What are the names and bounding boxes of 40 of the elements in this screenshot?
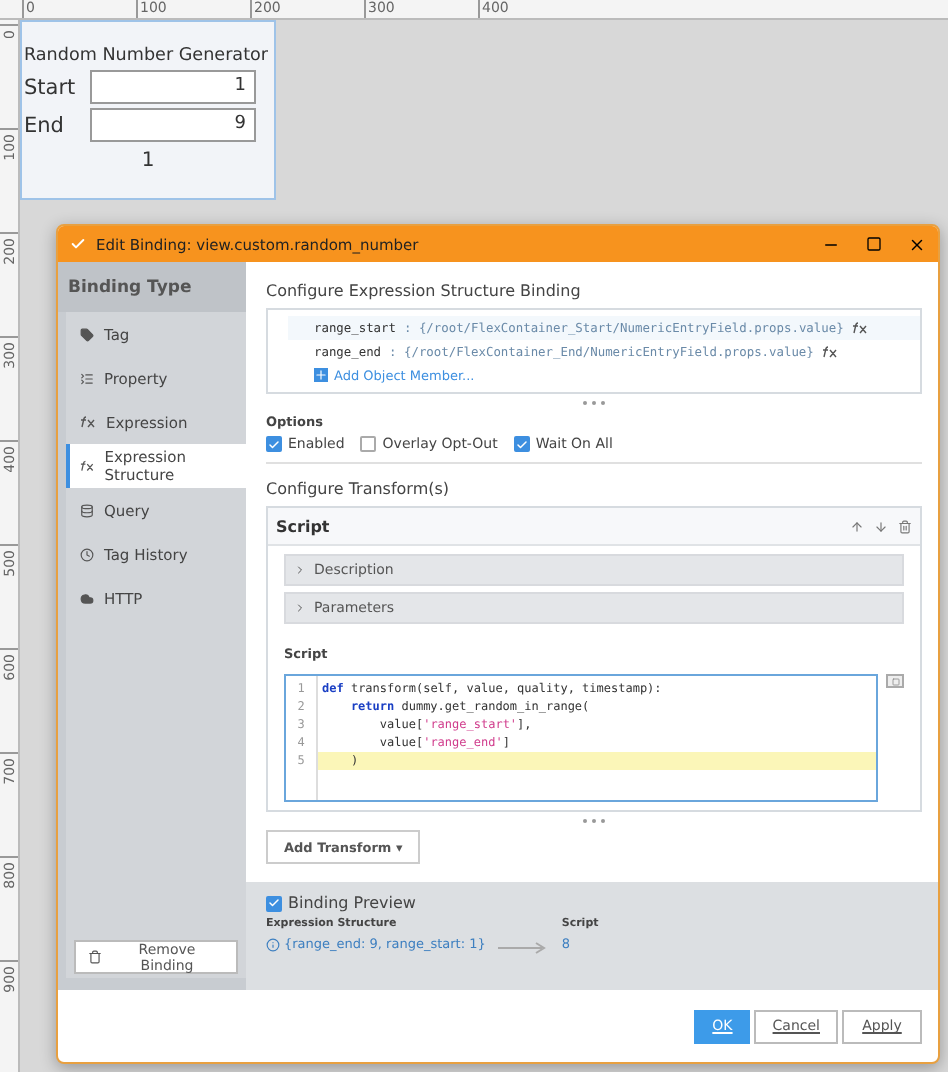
checkbox[interactable] — [266, 895, 282, 911]
result-label: 1 — [141, 150, 155, 172]
fx-icon — [80, 460, 95, 472]
preview-checkbox[interactable]: Binding Preview — [266, 894, 918, 912]
expand-icon[interactable] — [886, 674, 904, 688]
checkbox[interactable] — [266, 436, 282, 452]
move-down-icon[interactable] — [874, 519, 888, 533]
tag-icon — [80, 327, 94, 341]
property-icon — [80, 371, 94, 385]
section-heading: Configure Transform(s) — [266, 480, 452, 498]
component-title: Random Number Generator — [24, 46, 269, 66]
resize-handle-icon[interactable] — [582, 818, 606, 824]
fx-icon[interactable] — [851, 322, 868, 334]
resize-handle-icon[interactable] — [582, 400, 606, 406]
field-label: End — [22, 113, 66, 137]
sidebar-heading: Binding Type — [58, 262, 246, 312]
checkbox[interactable] — [360, 436, 377, 452]
arrow-icon — [497, 942, 550, 954]
numeric-field[interactable]: 9 — [90, 108, 256, 142]
move-up-icon[interactable] — [850, 519, 864, 533]
add-icon[interactable] — [314, 368, 328, 382]
close-icon[interactable] — [908, 235, 926, 253]
cloud-icon — [80, 591, 94, 605]
maximize-icon[interactable] — [866, 236, 882, 252]
card-title: Script — [276, 517, 332, 535]
info-icon — [266, 937, 280, 951]
check-icon — [70, 236, 86, 252]
fx-icon[interactable] — [821, 346, 838, 358]
fx-icon — [80, 416, 96, 428]
caret-icon[interactable] — [294, 602, 306, 614]
section-heading: Configure Expression Structure Binding — [266, 282, 583, 300]
component-panel[interactable]: Random Number Generator Start 1 End 9 1 — [20, 20, 276, 200]
database-icon — [80, 503, 94, 517]
caret-icon[interactable] — [294, 564, 306, 576]
field-label: Start — [22, 75, 78, 99]
trash-icon[interactable] — [88, 950, 102, 964]
clock-icon — [80, 547, 94, 561]
delete-icon[interactable] — [898, 519, 912, 533]
numeric-field[interactable]: 1 — [90, 70, 256, 104]
checkbox[interactable] — [513, 436, 530, 452]
